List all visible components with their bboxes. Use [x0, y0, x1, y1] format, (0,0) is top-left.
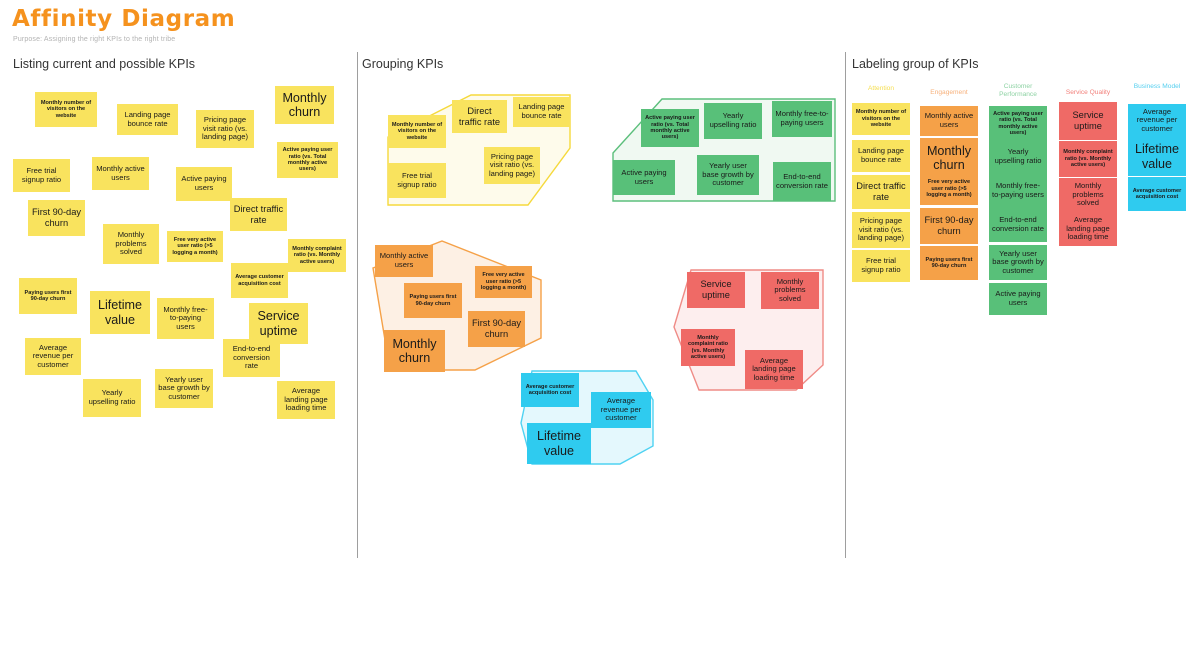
sticky-note-free-trial[interactable]: Free trial signup ratio	[388, 163, 446, 198]
sticky-note-attention-free-trial[interactable]: Free trial signup ratio	[852, 250, 910, 282]
sticky-note-avg-landing-load[interactable]: Average landing page loading time	[277, 381, 335, 419]
column-heading-listing: Listing current and possible KPIs	[13, 57, 196, 71]
sticky-note-lifetime-value[interactable]: Lifetime value	[527, 423, 591, 464]
sticky-note-business-model-lifetime-value[interactable]: Lifetime value	[1128, 137, 1186, 176]
sticky-note-service-quality-monthly-complaint[interactable]: Monthly complaint ratio (vs. Monthly act…	[1059, 141, 1117, 177]
sticky-note-active-paying[interactable]: Active paying users	[176, 167, 232, 201]
sticky-note-lifetime-value[interactable]: Lifetime value	[90, 291, 150, 334]
sticky-note-attention-direct-traffic[interactable]: Direct traffic rate	[852, 175, 910, 209]
sticky-note-monthly-visitors[interactable]: Monthly number of visitors on the websit…	[388, 115, 446, 148]
sticky-note-customer-performance-active-paying-ratio[interactable]: Active paying user ratio (vs. Total mont…	[989, 106, 1047, 141]
sticky-note-first90[interactable]: First 90-day churn	[28, 200, 85, 236]
sticky-note-monthly-free-paying[interactable]: Monthly free-to-paying users	[157, 298, 214, 339]
sticky-note-yearly-upselling[interactable]: Yearly upselling ratio	[704, 103, 762, 139]
sticky-note-free-very-active[interactable]: Free very active user ratio (>5 logging …	[475, 266, 532, 298]
sticky-note-free-trial[interactable]: Free trial signup ratio	[13, 159, 70, 192]
sticky-note-avg-revenue[interactable]: Average revenue per customer	[25, 338, 81, 375]
sticky-note-avg-revenue[interactable]: Average revenue per customer	[591, 392, 651, 428]
sticky-note-first90[interactable]: First 90-day churn	[468, 311, 525, 347]
column-divider-2	[845, 52, 846, 558]
sticky-note-monthly-active[interactable]: Monthly active users	[375, 245, 433, 277]
category-label-customer-performance: Customer Performance	[999, 83, 1037, 99]
sticky-note-monthly-visitors[interactable]: Monthly number of visitors on the websit…	[35, 92, 97, 127]
sticky-note-engagement-monthly-churn[interactable]: Monthly churn	[920, 138, 978, 178]
column-divider-1	[357, 52, 358, 558]
sticky-note-free-very-active[interactable]: Free very active user ratio (>5 logging …	[167, 231, 223, 262]
sticky-note-landing-bounce[interactable]: Landing page bounce rate	[117, 104, 178, 135]
sticky-note-yearly-user-base[interactable]: Yearly user base growth by customer	[697, 155, 759, 195]
sticky-note-avg-cac[interactable]: Average customer acquisition cost	[521, 373, 579, 407]
sticky-note-customer-performance-end-to-end[interactable]: End-to-end conversion rate	[989, 208, 1047, 242]
column-heading-labeling: Labeling group of KPIs	[852, 57, 979, 71]
sticky-note-service-uptime[interactable]: Service uptime	[249, 303, 308, 344]
page-title: Affinity Diagram	[12, 6, 236, 32]
category-label-engagement: Engagement	[930, 89, 968, 96]
sticky-note-monthly-complaint[interactable]: Monthly complaint ratio (vs. Monthly act…	[288, 239, 346, 272]
sticky-note-direct-traffic[interactable]: Direct traffic rate	[230, 198, 287, 231]
sticky-note-active-paying[interactable]: Active paying users	[613, 160, 675, 195]
sticky-note-attention-pricing-visit[interactable]: Pricing page visit ratio (vs. landing pa…	[852, 212, 910, 248]
sticky-note-attention-landing-bounce[interactable]: Landing page bounce rate	[852, 140, 910, 172]
sticky-note-engagement-first90[interactable]: First 90-day churn	[920, 208, 978, 244]
sticky-note-pricing-visit[interactable]: Pricing page visit ratio (vs. landing pa…	[196, 110, 254, 148]
sticky-note-paying-first90[interactable]: Paying users first 90-day churn	[404, 283, 462, 318]
sticky-note-engagement-free-very-active[interactable]: Free very active user ratio (>5 logging …	[920, 173, 978, 205]
sticky-note-engagement-monthly-active[interactable]: Monthly active users	[920, 106, 978, 136]
sticky-note-customer-performance-active-paying[interactable]: Active paying users	[989, 283, 1047, 315]
sticky-note-paying-first90[interactable]: Paying users first 90-day churn	[19, 278, 77, 314]
sticky-note-end-to-end[interactable]: End-to-end conversion rate	[223, 339, 280, 377]
affinity-diagram-board: Affinity Diagram Purpose: Assigning the …	[0, 0, 1200, 663]
category-label-service-quality: Service Quality	[1065, 89, 1111, 96]
sticky-note-monthly-free-paying[interactable]: Monthly free-to-paying users	[772, 101, 832, 137]
sticky-note-attention-monthly-visitors[interactable]: Monthly number of visitors on the websit…	[852, 103, 910, 135]
sticky-note-service-quality-avg-landing-load[interactable]: Average landing page loading time	[1059, 212, 1117, 246]
category-label-business-model: Business Model	[1133, 83, 1181, 90]
sticky-note-customer-performance-yearly-user-base[interactable]: Yearly user base growth by customer	[989, 245, 1047, 280]
sticky-note-yearly-user-base[interactable]: Yearly user base growth by customer	[155, 369, 213, 408]
page-subtitle: Purpose: Assigning the right KPIs to the…	[13, 36, 176, 43]
sticky-note-engagement-paying-first90[interactable]: Paying users first 90-day churn	[920, 246, 978, 280]
sticky-note-service-quality-monthly-problems[interactable]: Monthly problems solved	[1059, 178, 1117, 212]
sticky-note-landing-bounce[interactable]: Landing page bounce rate	[513, 97, 570, 127]
sticky-note-avg-landing-load[interactable]: Average landing page loading time	[745, 350, 803, 389]
sticky-note-pricing-visit[interactable]: Pricing page visit ratio (vs. landing pa…	[484, 147, 540, 184]
sticky-note-customer-performance-monthly-free-paying[interactable]: Monthly free-to-paying users	[989, 174, 1047, 208]
sticky-note-monthly-churn[interactable]: Monthly churn	[384, 330, 445, 372]
column-heading-grouping: Grouping KPIs	[362, 57, 444, 71]
sticky-note-direct-traffic[interactable]: Direct traffic rate	[452, 100, 507, 133]
category-label-attention: Attention	[867, 85, 895, 92]
sticky-note-monthly-active[interactable]: Monthly active users	[92, 157, 149, 190]
sticky-note-end-to-end[interactable]: End-to-end conversion rate	[773, 162, 831, 201]
sticky-note-avg-cac[interactable]: Average customer acquisition cost	[231, 263, 288, 298]
sticky-note-business-model-avg-cac[interactable]: Average customer acquisition cost	[1128, 177, 1186, 211]
sticky-note-service-uptime[interactable]: Service uptime	[687, 272, 745, 308]
sticky-note-active-paying-ratio[interactable]: Active paying user ratio (vs. Total mont…	[277, 142, 338, 178]
sticky-note-monthly-complaint[interactable]: Monthly complaint ratio (vs. Monthly act…	[681, 329, 735, 366]
sticky-note-monthly-churn[interactable]: Monthly churn	[275, 86, 334, 124]
sticky-note-active-paying-ratio[interactable]: Active paying user ratio (vs. Total mont…	[641, 109, 699, 147]
sticky-note-service-quality-service-uptime[interactable]: Service uptime	[1059, 102, 1117, 140]
sticky-note-business-model-avg-revenue[interactable]: Average revenue per customer	[1128, 104, 1186, 137]
sticky-note-yearly-upselling[interactable]: Yearly upselling ratio	[83, 379, 141, 417]
sticky-note-monthly-problems[interactable]: Monthly problems solved	[103, 224, 159, 264]
sticky-note-monthly-problems[interactable]: Monthly problems solved	[761, 272, 819, 309]
sticky-note-customer-performance-yearly-upselling[interactable]: Yearly upselling ratio	[989, 140, 1047, 174]
